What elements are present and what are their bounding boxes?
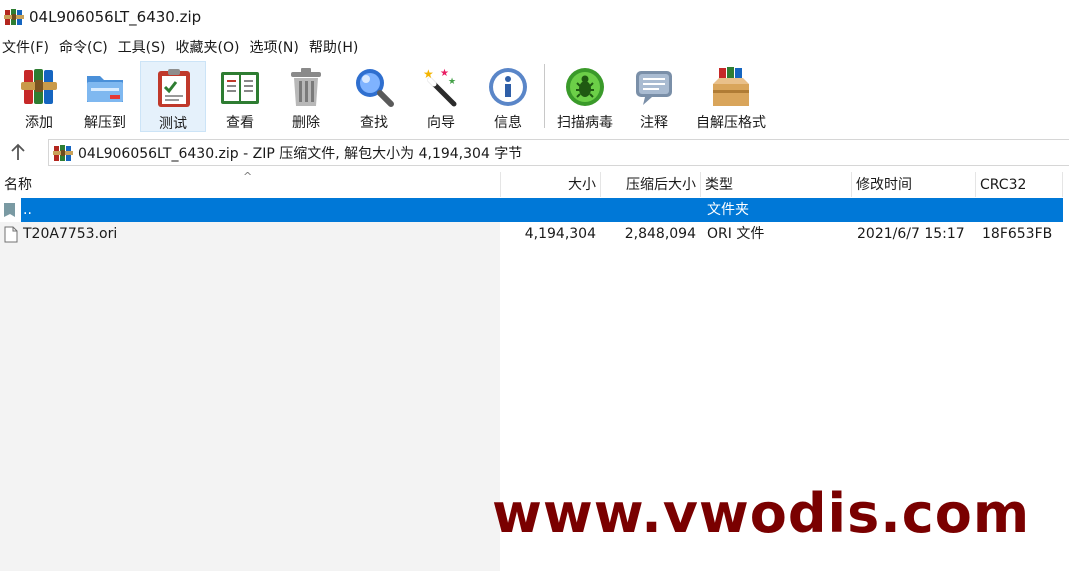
menu-tools[interactable]: 工具(S)	[116, 37, 169, 57]
find-button[interactable]: 查找	[341, 61, 407, 132]
column-header-row: ^ 名称 大小 压缩后大小 类型 修改时间 CRC32	[0, 170, 1069, 197]
test-clipboard-icon	[153, 67, 195, 109]
toolbar-separator	[544, 64, 545, 128]
column-type[interactable]: 类型	[701, 172, 852, 197]
parent-folder-icon	[3, 202, 16, 218]
find-label: 查找	[360, 115, 388, 131]
comment-icon	[633, 66, 675, 108]
row-name: T20A7753.ori	[23, 226, 118, 242]
test-button[interactable]: 测试	[140, 61, 206, 132]
menu-options[interactable]: 选项(N)	[247, 37, 301, 57]
column-size[interactable]: 大小	[501, 172, 601, 197]
virus-scan-icon	[564, 66, 606, 108]
up-arrow-icon[interactable]	[6, 140, 30, 164]
column-name[interactable]: 名称	[0, 172, 501, 197]
virus-scan-button[interactable]: 扫描病毒	[552, 61, 618, 132]
file-icon	[4, 226, 18, 243]
info-button[interactable]: 信息	[475, 61, 541, 132]
sfx-button[interactable]: 自解压格式	[688, 61, 774, 132]
delete-label: 删除	[292, 115, 320, 131]
sfx-label: 自解压格式	[696, 115, 766, 131]
extract-to-label: 解压到	[84, 115, 126, 131]
menu-bar: 文件(F) 命令(C) 工具(S) 收藏夹(O) 选项(N) 帮助(H)	[0, 35, 366, 59]
add-label: 添加	[25, 115, 53, 131]
svg-text:★: ★	[423, 67, 434, 81]
column-modified[interactable]: 修改时间	[852, 172, 976, 197]
watermark-text: www.vwodis.com	[492, 482, 1031, 545]
column-packed[interactable]: 压缩后大小	[601, 172, 701, 197]
archive-icon	[53, 143, 73, 163]
row-modified: 2021/6/7 15:17	[857, 226, 965, 242]
comment-button[interactable]: 注释	[621, 61, 687, 132]
view-book-icon	[219, 66, 261, 108]
menu-favorites[interactable]: 收藏夹(O)	[174, 37, 243, 57]
row-size: 4,194,304	[524, 226, 596, 242]
menu-commands[interactable]: 命令(C)	[57, 37, 111, 57]
table-row[interactable]: .. 文件夹	[0, 198, 1069, 222]
menu-help[interactable]: 帮助(H)	[307, 37, 361, 57]
svg-text:★: ★	[448, 77, 456, 87]
magnifier-icon	[353, 66, 395, 108]
view-label: 查看	[226, 115, 254, 131]
title-bar: 04L906056LT_6430.zip	[0, 0, 1069, 33]
table-row[interactable]: T20A7753.ori 4,194,304 2,848,094 ORI 文件 …	[0, 222, 1069, 246]
add-button[interactable]: 添加	[6, 61, 72, 132]
list-empty-area	[0, 222, 500, 571]
window-title: 04L906056LT_6430.zip	[29, 7, 202, 26]
row-type: 文件夹	[707, 202, 749, 218]
wizard-wand-icon: ★ ★ ★	[420, 66, 462, 108]
test-label: 测试	[159, 116, 187, 132]
view-button[interactable]: 查看	[207, 61, 273, 132]
address-text: 04L906056LT_6430.zip - ZIP 压缩文件, 解包大小为 4…	[78, 145, 523, 162]
extract-folder-icon	[84, 66, 126, 108]
info-label: 信息	[494, 115, 522, 131]
comment-label: 注释	[640, 115, 668, 131]
wizard-label: 向导	[427, 115, 455, 131]
winrar-app-icon	[4, 7, 24, 27]
trash-icon	[285, 66, 327, 108]
selection-highlight	[21, 198, 1063, 222]
menu-file[interactable]: 文件(F)	[0, 37, 52, 57]
add-archive-icon	[18, 66, 60, 108]
toolbar: 添加 解压到 测试 查看 删除 查找 ★ ★ ★ 向导 信息 扫描病毒 注释 自…	[0, 60, 1069, 132]
wizard-button[interactable]: ★ ★ ★ 向导	[408, 61, 474, 132]
info-icon	[487, 66, 529, 108]
address-field[interactable]: 04L906056LT_6430.zip - ZIP 压缩文件, 解包大小为 4…	[48, 139, 1069, 166]
delete-button[interactable]: 删除	[273, 61, 339, 132]
sfx-box-icon	[710, 66, 752, 108]
row-packed: 2,848,094	[624, 226, 696, 242]
virus-scan-label: 扫描病毒	[557, 115, 613, 131]
row-type: ORI 文件	[707, 226, 765, 242]
row-name: ..	[23, 202, 32, 218]
address-bar: 04L906056LT_6430.zip - ZIP 压缩文件, 解包大小为 4…	[0, 137, 1069, 168]
column-crc[interactable]: CRC32	[976, 172, 1063, 197]
row-crc: 18F653FB	[982, 226, 1053, 242]
extract-to-button[interactable]: 解压到	[72, 61, 138, 132]
